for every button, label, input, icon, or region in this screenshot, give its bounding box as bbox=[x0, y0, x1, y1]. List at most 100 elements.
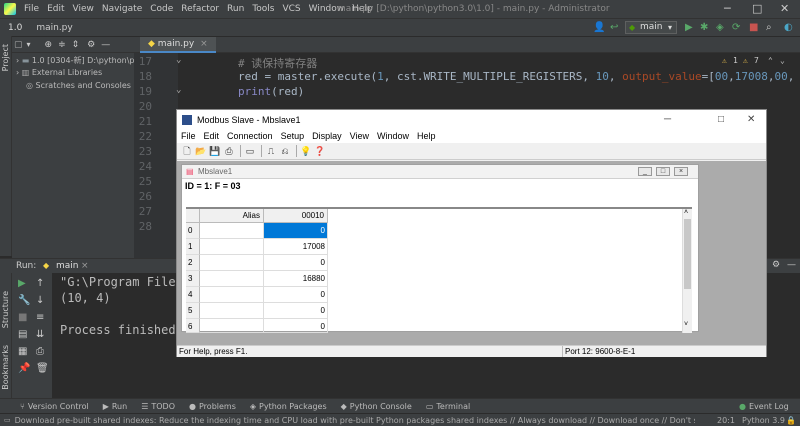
register-cell[interactable]: 0 bbox=[264, 287, 328, 303]
locate-icon[interactable]: ⊕ bbox=[45, 40, 53, 50]
run-icon[interactable]: ▶ bbox=[685, 22, 693, 33]
close-icon[interactable]: × bbox=[674, 167, 688, 176]
trash-icon[interactable]: 🗑 bbox=[36, 363, 49, 374]
weak-warning-icon[interactable]: ⚠ bbox=[743, 56, 748, 65]
status-message[interactable]: Download pre-built shared indexes: Reduc… bbox=[15, 416, 695, 425]
maximize-icon[interactable]: □ bbox=[718, 114, 724, 125]
mb-menu-view[interactable]: View bbox=[346, 131, 373, 141]
alias-cell[interactable] bbox=[200, 239, 264, 255]
tab-terminal[interactable]: ▭ Terminal bbox=[426, 402, 470, 411]
arrow-down-icon[interactable]: ↓ bbox=[36, 295, 44, 306]
mb-menu-display[interactable]: Display bbox=[308, 131, 346, 141]
chevron-down-icon[interactable]: ▾ bbox=[27, 40, 31, 49]
wrench-icon[interactable]: 🔧 bbox=[18, 295, 30, 306]
fold-icon[interactable]: ⌄ bbox=[176, 55, 181, 65]
tab-problems[interactable]: ● Problems bbox=[189, 402, 236, 411]
menu-vcs[interactable]: VCS bbox=[278, 4, 304, 14]
maximize-icon[interactable]: □ bbox=[656, 167, 670, 176]
scrollbar-thumb[interactable] bbox=[684, 219, 691, 289]
warning-icon[interactable]: ⚠ bbox=[722, 56, 727, 65]
mb-menu-connection[interactable]: Connection bbox=[223, 131, 277, 141]
menu-view[interactable]: View bbox=[69, 4, 98, 14]
tab-todo[interactable]: ☰ TODO bbox=[141, 402, 175, 411]
tree-item-external-libraries[interactable]: › ▥ External Libraries bbox=[16, 68, 102, 77]
print-icon[interactable]: ⎙ bbox=[36, 346, 44, 357]
tree-item-scratches[interactable]: ◎ Scratches and Consoles bbox=[26, 81, 131, 90]
alias-column-header[interactable]: Alias bbox=[200, 209, 264, 223]
save-icon[interactable]: 💾 bbox=[209, 145, 221, 157]
mb-menu-setup[interactable]: Setup bbox=[277, 131, 309, 141]
arrow-up-icon[interactable]: ↑ bbox=[36, 278, 44, 289]
menu-file[interactable]: File bbox=[20, 4, 43, 14]
close-tab-icon[interactable]: × bbox=[200, 39, 208, 49]
minimize-icon[interactable]: ─ bbox=[664, 114, 671, 125]
breadcrumb-file[interactable]: main.py bbox=[36, 23, 72, 33]
mb-menu-window[interactable]: Window bbox=[373, 131, 413, 141]
stop-icon[interactable]: ■ bbox=[18, 312, 27, 323]
alias-cell[interactable] bbox=[200, 319, 264, 333]
alias-cell[interactable] bbox=[200, 287, 264, 303]
breadcrumb-project[interactable]: 1.0 bbox=[8, 23, 22, 33]
register-cell[interactable]: 0 bbox=[264, 303, 328, 319]
user-icon[interactable]: 👤 bbox=[593, 22, 605, 33]
help-context-icon[interactable]: ❓ bbox=[314, 145, 326, 157]
scroll-end-icon[interactable]: ⇊ bbox=[36, 329, 44, 340]
menu-edit[interactable]: Edit bbox=[43, 4, 68, 14]
alias-cell[interactable] bbox=[200, 303, 264, 319]
profile-icon[interactable]: ⟳ bbox=[732, 22, 740, 33]
tab-python-console[interactable]: ◆ Python Console bbox=[341, 402, 412, 411]
debug-icon[interactable]: ✱ bbox=[700, 22, 708, 33]
project-tool-button[interactable]: Project bbox=[1, 44, 10, 71]
register-cell[interactable]: 17008 bbox=[264, 239, 328, 255]
menu-navigate[interactable]: Navigate bbox=[98, 4, 146, 14]
menu-tools[interactable]: Tools bbox=[248, 4, 278, 14]
tab-version-control[interactable]: ⑂ Version Control bbox=[20, 402, 89, 411]
maximize-icon[interactable]: □ bbox=[752, 2, 762, 15]
hide-icon[interactable]: — bbox=[787, 260, 796, 270]
fold-icon[interactable]: ⌄ bbox=[176, 85, 181, 95]
close-icon[interactable]: ✕ bbox=[780, 2, 789, 15]
register-cell[interactable]: 0 bbox=[264, 319, 328, 333]
structure-tool-button[interactable]: Structure bbox=[1, 291, 10, 328]
filter-icon[interactable]: ▦ bbox=[18, 346, 27, 357]
menu-code[interactable]: Code bbox=[146, 4, 177, 14]
alias-cell[interactable] bbox=[200, 255, 264, 271]
register-cell[interactable]: 0 bbox=[264, 255, 328, 271]
mb-menu-edit[interactable]: Edit bbox=[200, 131, 224, 141]
python-interpreter[interactable]: Python 3.9 bbox=[742, 416, 785, 425]
coverage-icon[interactable]: ◈ bbox=[716, 22, 724, 33]
caret-position[interactable]: 20:1 bbox=[717, 416, 735, 425]
run-tab-main[interactable]: main bbox=[56, 261, 79, 271]
menu-run[interactable]: Run bbox=[223, 4, 248, 14]
minimize-icon[interactable]: ─ bbox=[724, 2, 731, 15]
collapse-icon[interactable]: ≑ bbox=[58, 40, 66, 50]
close-tab-icon[interactable]: × bbox=[81, 261, 89, 271]
tab-run[interactable]: ▶ Run bbox=[103, 402, 128, 411]
project-view-icon[interactable]: ▢ bbox=[14, 40, 23, 50]
event-log-button[interactable]: ● Event Log bbox=[739, 402, 789, 411]
gear-icon[interactable]: ⚙ bbox=[87, 40, 95, 50]
search-icon[interactable]: ⌕ bbox=[766, 22, 772, 33]
rerun-icon[interactable]: ▶ bbox=[18, 278, 26, 289]
chevron-down-icon[interactable]: ˅ bbox=[684, 321, 688, 328]
bookmarks-tool-button[interactable]: Bookmarks bbox=[1, 345, 10, 390]
address-column-header[interactable]: 00010 bbox=[264, 209, 328, 223]
menu-refactor[interactable]: Refactor bbox=[177, 4, 223, 14]
print-icon[interactable]: ⎙ bbox=[223, 145, 235, 157]
tab-python-packages[interactable]: ◈ Python Packages bbox=[250, 402, 327, 411]
connect-icon[interactable]: ⎍ bbox=[265, 145, 277, 157]
gear-icon[interactable]: ⚙ bbox=[772, 260, 780, 270]
alias-cell[interactable] bbox=[200, 271, 264, 287]
hide-icon[interactable]: — bbox=[101, 40, 110, 50]
window-icon[interactable]: ▭ bbox=[244, 145, 256, 157]
alias-cell[interactable] bbox=[200, 223, 264, 239]
register-cell-selected[interactable]: 0 bbox=[264, 223, 328, 239]
register-grid[interactable]: Alias 00010 0 0 1 17008 2 0 3 16880 4 0 … bbox=[186, 207, 692, 333]
vertical-scrollbar[interactable]: ˄ ˅ bbox=[682, 209, 692, 333]
pin-icon[interactable]: 📌 bbox=[18, 363, 30, 374]
register-cell[interactable]: 16880 bbox=[264, 271, 328, 287]
about-icon[interactable]: 💡 bbox=[300, 145, 312, 157]
layout-icon[interactable]: ▤ bbox=[18, 329, 27, 340]
mb-menu-help[interactable]: Help bbox=[413, 131, 440, 141]
expand-icon[interactable]: ⇕ bbox=[72, 40, 80, 50]
